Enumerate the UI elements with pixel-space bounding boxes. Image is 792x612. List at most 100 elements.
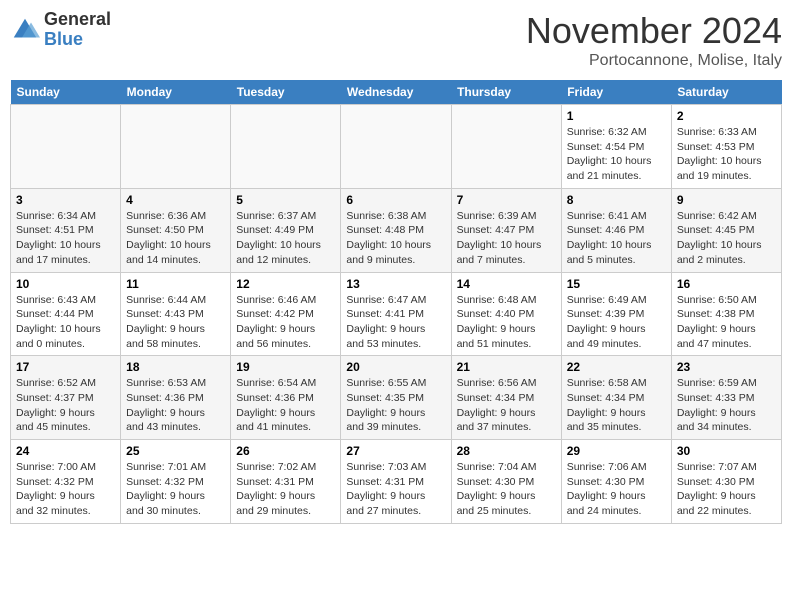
day-info: Sunrise: 6:38 AMSunset: 4:48 PMDaylight:… — [346, 209, 445, 268]
day-info: Sunrise: 7:07 AMSunset: 4:30 PMDaylight:… — [677, 460, 776, 519]
day-info: Sunrise: 7:06 AMSunset: 4:30 PMDaylight:… — [567, 460, 666, 519]
day-info: Sunrise: 7:01 AMSunset: 4:32 PMDaylight:… — [126, 460, 225, 519]
calendar-cell: 10Sunrise: 6:43 AMSunset: 4:44 PMDayligh… — [11, 272, 121, 356]
day-number: 13 — [346, 277, 445, 291]
calendar-header-row: SundayMondayTuesdayWednesdayThursdayFrid… — [11, 80, 782, 105]
day-number: 11 — [126, 277, 225, 291]
logo-text: General Blue — [44, 10, 111, 50]
calendar-cell: 6 Sunrise: 6:38 AMSunset: 4:48 PMDaylight… — [341, 188, 451, 272]
logo-icon — [10, 15, 40, 45]
day-info: Sunrise: 6:55 AMSunset: 4:35 PMDaylight:… — [346, 376, 445, 435]
day-number: 18 — [126, 360, 225, 374]
day-info: Sunrise: 6:44 AMSunset: 4:43 PMDaylight:… — [126, 293, 225, 352]
day-number: 29 — [567, 444, 666, 458]
calendar-cell: 7Sunrise: 6:39 AMSunset: 4:47 PMDaylight… — [451, 188, 561, 272]
day-number: 10 — [16, 277, 115, 291]
day-number: 20 — [346, 360, 445, 374]
day-header-tuesday: Tuesday — [231, 80, 341, 105]
day-info: Sunrise: 6:39 AMSunset: 4:47 PMDaylight:… — [457, 209, 556, 268]
day-info: Sunrise: 6:41 AMSunset: 4:46 PMDaylight:… — [567, 209, 666, 268]
calendar-cell: 3 Sunrise: 6:34 AMSunset: 4:51 PMDaylight… — [11, 188, 121, 272]
calendar-body: 1 Sunrise: 6:32 AMSunset: 4:54 PMDaylight… — [11, 105, 782, 524]
day-info: Sunrise: 6:32 AMSunset: 4:54 PMDaylight:… — [567, 125, 666, 184]
calendar-cell: 23 Sunrise: 6:59 AMSunset: 4:33 PMDayligh… — [671, 356, 781, 440]
page-header: General Blue November 2024 Portocannone,… — [10, 10, 782, 70]
day-number: 1 — [567, 109, 666, 123]
day-number: 3 — [16, 193, 115, 207]
day-number: 12 — [236, 277, 335, 291]
calendar-cell — [341, 105, 451, 189]
calendar-week-3: 10Sunrise: 6:43 AMSunset: 4:44 PMDayligh… — [11, 272, 782, 356]
day-header-sunday: Sunday — [11, 80, 121, 105]
day-header-wednesday: Wednesday — [341, 80, 451, 105]
calendar-cell: 27 Sunrise: 7:03 AMSunset: 4:31 PMDayligh… — [341, 440, 451, 524]
day-info: Sunrise: 6:46 AMSunset: 4:42 PMDaylight:… — [236, 293, 335, 352]
calendar-week-1: 1 Sunrise: 6:32 AMSunset: 4:54 PMDaylight… — [11, 105, 782, 189]
day-info: Sunrise: 7:02 AMSunset: 4:31 PMDaylight:… — [236, 460, 335, 519]
calendar-cell: 22 Sunrise: 6:58 AMSunset: 4:34 PMDayligh… — [561, 356, 671, 440]
day-number: 26 — [236, 444, 335, 458]
title-area: November 2024 Portocannone, Molise, Ital… — [526, 10, 782, 70]
day-info: Sunrise: 6:50 AMSunset: 4:38 PMDaylight:… — [677, 293, 776, 352]
calendar-cell: 20 Sunrise: 6:55 AMSunset: 4:35 PMDayligh… — [341, 356, 451, 440]
day-number: 25 — [126, 444, 225, 458]
calendar-cell: 28Sunrise: 7:04 AMSunset: 4:30 PMDayligh… — [451, 440, 561, 524]
day-info: Sunrise: 6:33 AMSunset: 4:53 PMDaylight:… — [677, 125, 776, 184]
day-info: Sunrise: 6:58 AMSunset: 4:34 PMDaylight:… — [567, 376, 666, 435]
calendar-cell — [231, 105, 341, 189]
day-info: Sunrise: 6:42 AMSunset: 4:45 PMDaylight:… — [677, 209, 776, 268]
day-number: 2 — [677, 109, 776, 123]
calendar-cell — [11, 105, 121, 189]
calendar-cell: 15Sunrise: 6:49 AMSunset: 4:39 PMDayligh… — [561, 272, 671, 356]
calendar-cell: 13 Sunrise: 6:47 AMSunset: 4:41 PMDayligh… — [341, 272, 451, 356]
calendar-cell: 17 Sunrise: 6:52 AMSunset: 4:37 PMDayligh… — [11, 356, 121, 440]
day-number: 5 — [236, 193, 335, 207]
calendar-cell: 2 Sunrise: 6:33 AMSunset: 4:53 PMDaylight… — [671, 105, 781, 189]
calendar-cell: 9 Sunrise: 6:42 AMSunset: 4:45 PMDaylight… — [671, 188, 781, 272]
day-number: 6 — [346, 193, 445, 207]
calendar-cell: 26 Sunrise: 7:02 AMSunset: 4:31 PMDayligh… — [231, 440, 341, 524]
calendar-week-4: 17 Sunrise: 6:52 AMSunset: 4:37 PMDayligh… — [11, 356, 782, 440]
calendar-cell — [121, 105, 231, 189]
day-info: Sunrise: 6:37 AMSunset: 4:49 PMDaylight:… — [236, 209, 335, 268]
day-number: 27 — [346, 444, 445, 458]
day-number: 14 — [457, 277, 556, 291]
day-info: Sunrise: 6:59 AMSunset: 4:33 PMDaylight:… — [677, 376, 776, 435]
day-number: 22 — [567, 360, 666, 374]
day-info: Sunrise: 6:52 AMSunset: 4:37 PMDaylight:… — [16, 376, 115, 435]
day-number: 15 — [567, 277, 666, 291]
calendar-cell: 5 Sunrise: 6:37 AMSunset: 4:49 PMDaylight… — [231, 188, 341, 272]
day-number: 9 — [677, 193, 776, 207]
day-number: 16 — [677, 277, 776, 291]
day-info: Sunrise: 7:00 AMSunset: 4:32 PMDaylight:… — [16, 460, 115, 519]
day-info: Sunrise: 6:48 AMSunset: 4:40 PMDaylight:… — [457, 293, 556, 352]
calendar-cell: 18 Sunrise: 6:53 AMSunset: 4:36 PMDayligh… — [121, 356, 231, 440]
calendar-cell: 14 Sunrise: 6:48 AMSunset: 4:40 PMDayligh… — [451, 272, 561, 356]
day-number: 30 — [677, 444, 776, 458]
day-info: Sunrise: 6:47 AMSunset: 4:41 PMDaylight:… — [346, 293, 445, 352]
day-info: Sunrise: 6:34 AMSunset: 4:51 PMDaylight:… — [16, 209, 115, 268]
logo: General Blue — [10, 10, 111, 50]
day-number: 19 — [236, 360, 335, 374]
day-info: Sunrise: 6:36 AMSunset: 4:50 PMDaylight:… — [126, 209, 225, 268]
calendar-cell: 1 Sunrise: 6:32 AMSunset: 4:54 PMDaylight… — [561, 105, 671, 189]
calendar-cell: 25 Sunrise: 7:01 AMSunset: 4:32 PMDayligh… — [121, 440, 231, 524]
day-number: 21 — [457, 360, 556, 374]
day-number: 28 — [457, 444, 556, 458]
day-number: 23 — [677, 360, 776, 374]
day-info: Sunrise: 7:03 AMSunset: 4:31 PMDaylight:… — [346, 460, 445, 519]
day-number: 24 — [16, 444, 115, 458]
logo-blue: Blue — [44, 29, 83, 49]
calendar-cell: 30 Sunrise: 7:07 AMSunset: 4:30 PMDayligh… — [671, 440, 781, 524]
day-header-thursday: Thursday — [451, 80, 561, 105]
day-info: Sunrise: 6:56 AMSunset: 4:34 PMDaylight:… — [457, 376, 556, 435]
calendar-week-5: 24 Sunrise: 7:00 AMSunset: 4:32 PMDayligh… — [11, 440, 782, 524]
calendar-cell: 11 Sunrise: 6:44 AMSunset: 4:43 PMDayligh… — [121, 272, 231, 356]
day-info: Sunrise: 6:53 AMSunset: 4:36 PMDaylight:… — [126, 376, 225, 435]
calendar-cell: 8 Sunrise: 6:41 AMSunset: 4:46 PMDaylight… — [561, 188, 671, 272]
day-number: 17 — [16, 360, 115, 374]
day-info: Sunrise: 6:54 AMSunset: 4:36 PMDaylight:… — [236, 376, 335, 435]
calendar-cell: 19 Sunrise: 6:54 AMSunset: 4:36 PMDayligh… — [231, 356, 341, 440]
day-number: 8 — [567, 193, 666, 207]
day-number: 4 — [126, 193, 225, 207]
